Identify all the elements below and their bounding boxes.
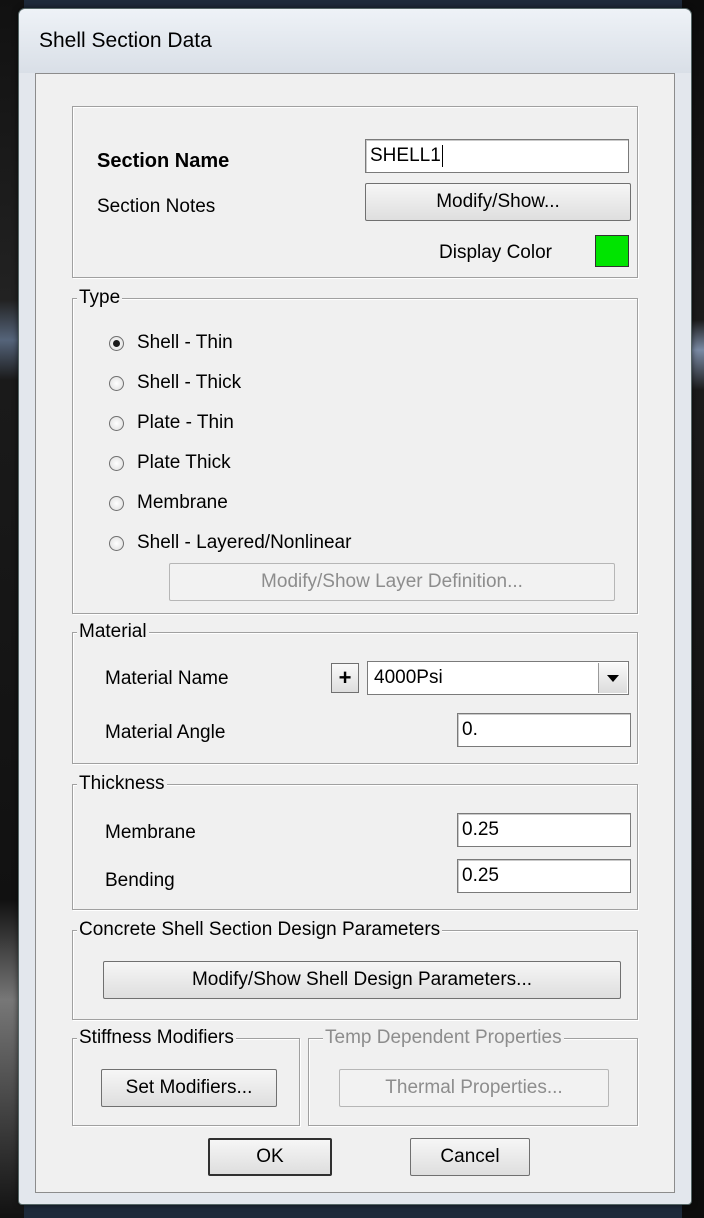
membrane-thickness-value: 0.25 [462,819,499,840]
option-label: Plate Thick [137,452,231,473]
thermal-properties-label: Thermal Properties... [385,1077,563,1098]
concrete-design-legend: Concrete Shell Section Design Parameters [77,919,443,940]
text-caret [441,144,443,167]
material-angle-label: Material Angle [105,722,226,743]
bending-thickness-input[interactable]: 0.25 [457,859,631,893]
option-label: Plate - Thin [137,412,234,433]
display-color-label: Display Color [439,242,552,263]
display-color-swatch[interactable] [595,235,629,267]
section-name-label: Section Name [97,150,230,172]
modify-show-layer-definition-button[interactable]: Modify/Show Layer Definition... [169,563,615,601]
thickness-group: Thickness Membrane 0.25 Bending 0.25 [72,774,638,910]
section-notes-label: Section Notes [97,196,216,217]
thickness-legend: Thickness [77,773,167,794]
stiffness-modifiers-group: Stiffness Modifiers Set Modifiers... [72,1028,300,1126]
dialog-body: Section Name SHELL1 Section Notes Modify… [35,73,675,1193]
membrane-thickness-input[interactable]: 0.25 [457,813,631,847]
type-legend: Type [77,287,123,308]
option-label: Shell - Layered/Nonlinear [137,532,352,553]
ok-label: OK [256,1146,284,1167]
cancel-button[interactable]: Cancel [410,1138,530,1176]
material-name-label: Material Name [105,668,229,689]
option-label: Shell - Thick [137,372,242,393]
temp-dependent-group: Temp Dependent Properties Thermal Proper… [308,1028,638,1126]
modify-show-design-parameters-button[interactable]: Modify/Show Shell Design Parameters... [103,961,621,999]
window-title: Shell Section Data [39,29,212,52]
type-group: Type Shell - Thin Shell - Thick Plate - … [72,288,638,614]
material-name-value: 4000Psi [374,667,443,688]
radio-plate-thick[interactable] [109,456,124,471]
radio-selected-dot [113,340,120,347]
design-parameters-label: Modify/Show Shell Design Parameters... [191,969,533,990]
concrete-design-group: Concrete Shell Section Design Parameters… [72,920,638,1020]
material-angle-value: 0. [462,719,478,740]
thermal-properties-button[interactable]: Thermal Properties... [339,1069,609,1107]
radio-shell-thin[interactable] [109,336,124,351]
title-bar[interactable]: Shell Section Data [19,9,691,73]
bending-label: Bending [105,870,175,891]
membrane-label: Membrane [105,822,196,843]
radio-plate-thin[interactable] [109,416,124,431]
material-legend: Material [77,621,149,642]
material-name-select[interactable]: 4000Psi [367,661,629,695]
chevron-down-icon[interactable] [598,663,627,693]
material-angle-input[interactable]: 0. [457,713,631,747]
ok-button[interactable]: OK [208,1138,332,1176]
radio-shell-thick[interactable] [109,376,124,391]
cancel-label: Cancel [440,1146,500,1167]
set-modifiers-button[interactable]: Set Modifiers... [101,1069,277,1107]
add-material-button[interactable]: + [331,663,359,693]
bending-thickness-value: 0.25 [462,865,499,886]
section-group: Section Name SHELL1 Section Notes Modify… [72,106,638,278]
layer-definition-label: Modify/Show Layer Definition... [261,571,523,592]
section-name-input[interactable]: SHELL1 [365,139,629,173]
plus-icon: + [338,665,352,690]
shell-section-dialog: Shell Section Data Section Name SHELL1 S… [18,8,692,1205]
modify-show-notes-button[interactable]: Modify/Show... [365,183,631,221]
temp-dependent-legend: Temp Dependent Properties [323,1027,564,1048]
stiffness-legend: Stiffness Modifiers [77,1027,236,1048]
set-modifiers-label: Set Modifiers... [125,1077,253,1098]
section-name-value: SHELL1 [370,145,441,166]
material-group: Material Material Name + 4000Psi Materia… [72,622,638,764]
radio-shell-layered[interactable] [109,536,124,551]
modify-show-notes-label: Modify/Show... [436,191,560,212]
option-label: Shell - Thin [137,332,233,353]
option-label: Membrane [137,492,228,513]
radio-membrane[interactable] [109,496,124,511]
